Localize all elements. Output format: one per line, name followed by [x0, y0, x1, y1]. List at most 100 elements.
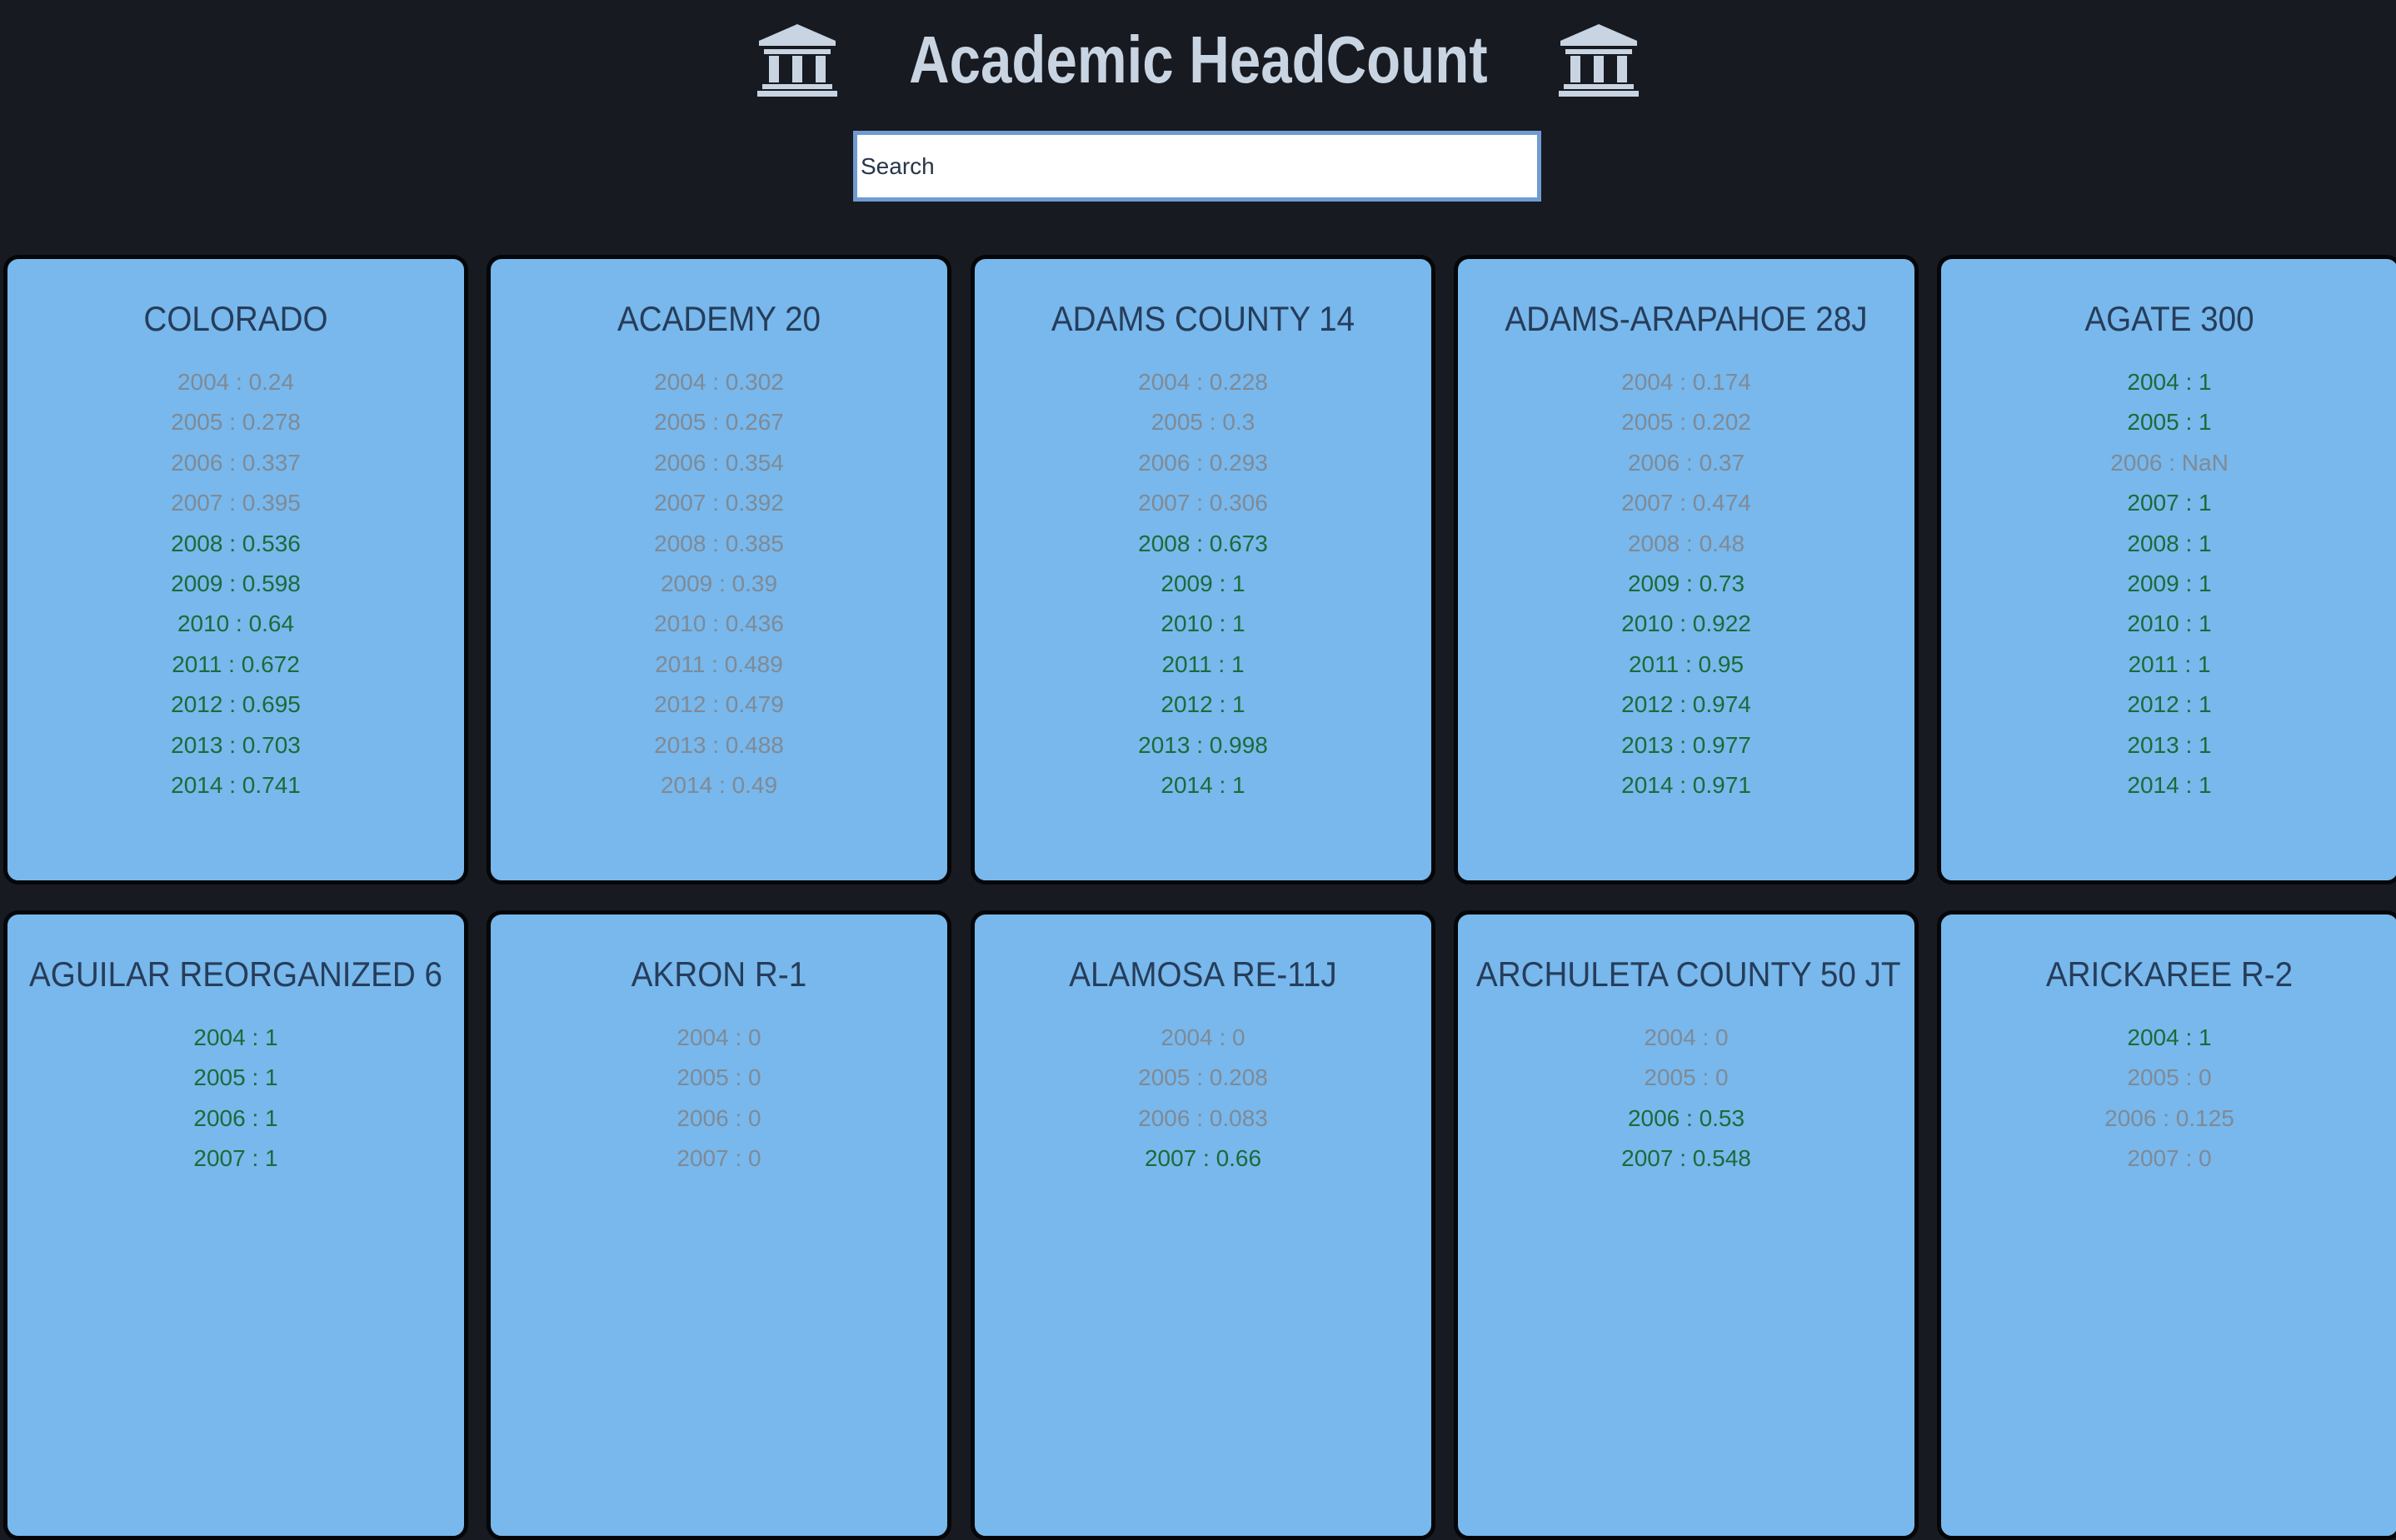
year-value-item: 2009 : 1	[1161, 570, 1245, 596]
page-title: Academic HeadCount	[908, 22, 1488, 97]
year-value-item: 2006 : 0.37	[1627, 449, 1745, 476]
year-value-item: 2013 : 0.488	[654, 731, 784, 758]
year-value-item: 2004 : 1	[193, 1024, 278, 1050]
year-value-item: 2008 : 0.385	[654, 530, 784, 556]
year-value-item: 2006 : NaN	[2110, 449, 2229, 476]
year-value-item: 2005 : 0.202	[1621, 409, 1751, 436]
year-value-item: 2005 : 0	[676, 1064, 761, 1091]
year-value-list: 2004 : 1 2005 : 0 2006 : 0.125 2007 : 0	[1941, 1018, 2396, 1179]
search-input[interactable]	[853, 131, 1541, 202]
year-value-item: 2012 : 0.695	[171, 691, 301, 718]
year-value-item: 2005 : 0.3	[1151, 409, 1255, 436]
year-value-list: 2004 : 0 2005 : 0 2006 : 0.53 2007 : 0.548	[1458, 1018, 1914, 1179]
bank-icon	[756, 24, 837, 97]
year-value-item: 2010 : 0.922	[1621, 611, 1751, 637]
year-value-item: 2005 : 1	[193, 1064, 278, 1091]
year-value-item: 2007 : 1	[193, 1145, 278, 1172]
district-name: ACADEMY 20	[616, 299, 821, 338]
year-value-list: 2004 : 0.24 2005 : 0.278 2006 : 0.337 2007 …	[7, 362, 464, 805]
year-value-item: 2007 : 1	[2127, 490, 2212, 516]
year-value-item: 2012 : 0.974	[1621, 691, 1751, 718]
year-value-item: 2010 : 0.436	[654, 611, 784, 637]
year-value-item: 2006 : 0	[676, 1104, 761, 1131]
year-value-item: 2006 : 0.354	[654, 449, 784, 476]
year-value-item: 2014 : 1	[2127, 771, 2212, 798]
year-value-item: 2007 : 0.395	[171, 490, 301, 516]
district-card: AGUILAR REORGANIZED 6 2004 : 1 2005 : 1 200…	[3, 910, 468, 1540]
year-value-item: 2005 : 0	[2127, 1064, 2212, 1091]
year-value-item: 2004 : 0	[1161, 1024, 1245, 1050]
year-value-item: 2006 : 0.083	[1138, 1104, 1268, 1131]
year-value-item: 2011 : 0.489	[655, 650, 783, 677]
bank-icon	[1559, 24, 1640, 97]
district-card: ALAMOSA RE-11J 2004 : 0 2005 : 0.208 2006 :…	[971, 910, 1435, 1540]
year-value-item: 2008 : 0.48	[1627, 530, 1745, 556]
app-header: Academic HeadCount	[0, 0, 2396, 250]
year-value-item: 2011 : 0.672	[172, 650, 300, 677]
year-value-item: 2004 : 0.24	[177, 369, 295, 395]
year-value-item: 2006 : 0.125	[2104, 1104, 2234, 1131]
year-value-item: 2009 : 0.73	[1627, 570, 1745, 596]
district-name: ADAMS COUNTY 14	[1051, 299, 1355, 338]
year-value-item: 2004 : 0	[676, 1024, 761, 1050]
year-value-item: 2005 : 0.267	[654, 409, 784, 436]
district-name: AGATE 300	[2084, 299, 2254, 338]
year-value-item: 2008 : 1	[2127, 530, 2212, 556]
district-name: ALAMOSA RE-11J	[1069, 954, 1337, 994]
year-value-item: 2010 : 1	[1161, 611, 1245, 637]
year-value-item: 2007 : 0	[676, 1145, 761, 1172]
year-value-item: 2014 : 0.741	[171, 771, 301, 798]
year-value-item: 2006 : 0.337	[171, 449, 301, 476]
year-value-item: 2005 : 0.208	[1138, 1064, 1268, 1091]
district-card: AGATE 300 2004 : 1 2005 : 1 2006 : NaN 2007 …	[1937, 255, 2396, 885]
year-value-item: 2004 : 0.228	[1138, 369, 1268, 395]
year-value-item: 2013 : 0.998	[1138, 731, 1268, 758]
year-value-item: 2011 : 0.95	[1628, 650, 1745, 677]
year-value-item: 2007 : 0.392	[654, 490, 784, 516]
district-card: ADAMS-ARAPAHOE 28J 2004 : 0.174 2005 : 0.2…	[1454, 255, 1919, 885]
year-value-item: 2013 : 0.703	[171, 731, 301, 758]
year-value-item: 2008 : 0.536	[171, 530, 301, 556]
year-value-item: 2011 : 1	[2128, 650, 2211, 677]
year-value-item: 2013 : 0.977	[1621, 731, 1751, 758]
district-card: ARCHULETA COUNTY 50 JT 2004 : 0 2005 : 0 20…	[1454, 910, 1919, 1540]
district-card: AKRON R-1 2004 : 0 2005 : 0 2006 : 0 2007 : …	[487, 910, 951, 1540]
year-value-item: 2011 : 1	[1161, 650, 1245, 677]
year-value-item: 2004 : 0.174	[1621, 369, 1751, 395]
district-name: ADAMS-ARAPAHOE 28J	[1505, 299, 1868, 338]
year-value-item: 2007 : 0.306	[1138, 490, 1268, 516]
year-value-item: 2007 : 0.66	[1144, 1145, 1262, 1172]
year-value-list: 2004 : 0.302 2005 : 0.267 2006 : 0.354 2007…	[491, 362, 947, 805]
district-card: ARICKAREE R-2 2004 : 1 2005 : 0 2006 : 0.12…	[1937, 910, 2396, 1540]
year-value-list: 2004 : 0 2005 : 0 2006 : 0 2007 : 0	[491, 1018, 947, 1179]
year-value-item: 2014 : 0.49	[660, 771, 778, 798]
year-value-item: 2008 : 0.673	[1138, 530, 1268, 556]
district-name: AGUILAR REORGANIZED 6	[29, 954, 442, 994]
district-name: AKRON R-1	[631, 954, 807, 994]
year-value-list: 2004 : 1 2005 : 1 2006 : 1 2007 : 1	[7, 1018, 464, 1179]
year-value-item: 2004 : 1	[2127, 369, 2212, 395]
year-value-item: 2005 : 0	[1644, 1064, 1729, 1091]
year-value-item: 2014 : 1	[1161, 771, 1245, 798]
year-value-item: 2007 : 0.548	[1621, 1145, 1751, 1172]
district-card: COLORADO 2004 : 0.24 2005 : 0.278 2006 : 0.…	[3, 255, 468, 885]
year-value-list: 2004 : 0.174 2005 : 0.202 2006 : 0.37 2007 …	[1458, 362, 1914, 805]
year-value-item: 2013 : 1	[2127, 731, 2212, 758]
district-card: ACADEMY 20 2004 : 0.302 2005 : 0.267 2006 :…	[487, 255, 951, 885]
year-value-item: 2006 : 1	[193, 1104, 278, 1131]
district-name: ARCHULETA COUNTY 50 JT	[1475, 954, 1901, 994]
district-card-grid: COLORADO 2004 : 0.24 2005 : 0.278 2006 : 0.…	[0, 255, 2396, 1540]
year-value-item: 2006 : 0.53	[1627, 1104, 1745, 1131]
year-value-item: 2004 : 0	[1644, 1024, 1729, 1050]
district-name: ARICKAREE R-2	[2045, 954, 2294, 994]
year-value-item: 2005 : 0.278	[171, 409, 301, 436]
district-card: ADAMS COUNTY 14 2004 : 0.228 2005 : 0.3 200…	[971, 255, 1435, 885]
year-value-item: 2009 : 1	[2127, 570, 2212, 596]
year-value-item: 2004 : 1	[2127, 1024, 2212, 1050]
year-value-item: 2012 : 1	[1161, 691, 1245, 718]
year-value-item: 2012 : 1	[2127, 691, 2212, 718]
district-name: COLORADO	[143, 299, 328, 338]
year-value-list: 2004 : 0 2005 : 0.208 2006 : 0.083 2007 : 0…	[975, 1018, 1431, 1179]
year-value-item: 2010 : 0.64	[177, 611, 295, 637]
year-value-list: 2004 : 1 2005 : 1 2006 : NaN 2007 : 1 2008 :…	[1941, 362, 2396, 805]
